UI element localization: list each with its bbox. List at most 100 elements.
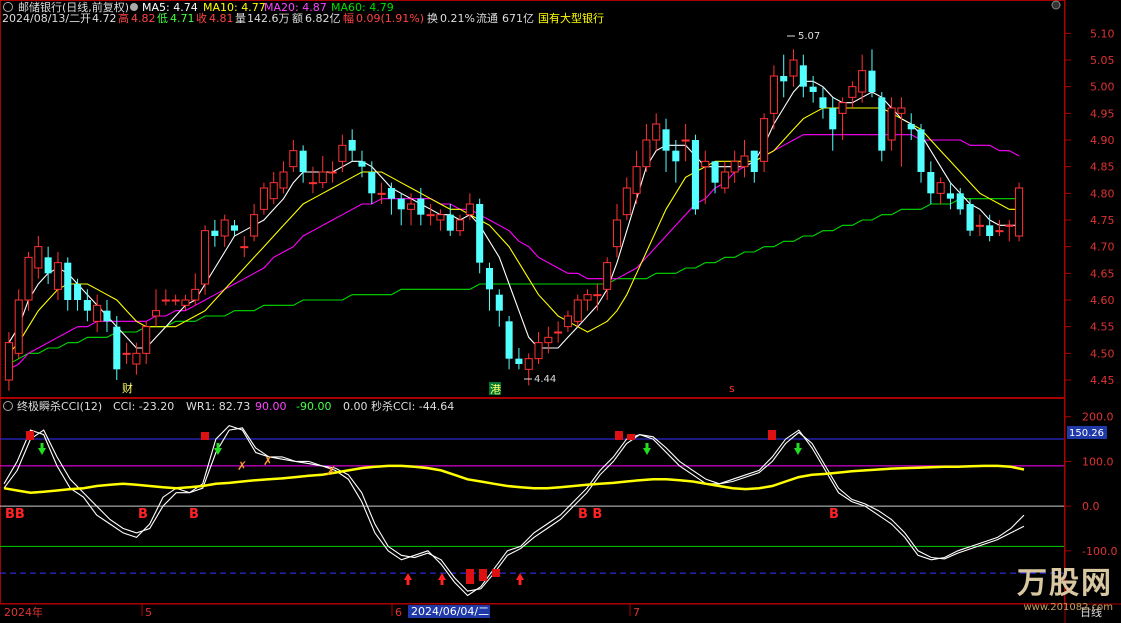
candle-body [750,150,758,172]
candle-body [240,246,249,249]
buy-block [479,569,487,581]
info-amount: 6.82亿 [305,12,341,25]
sell-block [627,434,635,440]
candle-body [34,246,43,269]
cursor-date: 2024/06/04/二 [411,605,489,618]
candle-body [299,150,307,172]
candle-body [318,171,327,184]
candle-body [377,192,386,195]
candle-body [113,326,121,370]
candle-body [406,203,416,210]
buy-signals: BB B B B B B [5,507,839,522]
sell-block [768,430,776,440]
hk-marker[interactable]: 港 [490,383,501,396]
indicator-cci: CCI: -23.20 [113,400,174,413]
price-tick-label: 5.00 [1090,81,1115,94]
sell-block [201,432,209,440]
candle-body [848,86,857,98]
buy-signal: B [138,507,148,522]
ma5-line [8,80,1020,349]
candle-body [927,172,935,194]
info-date: 2024/08/13/二 [2,12,80,25]
candle-body [201,230,210,285]
candle-body [946,193,954,199]
candle-body [1005,224,1014,227]
down-arrow-icon [38,443,46,455]
runner-icon: ✗ [326,464,336,478]
info-turnover: 0.21% [440,12,475,25]
ma-toggle-icon[interactable] [130,3,138,11]
settings-icon[interactable] [3,2,13,12]
price-tick-label: 4.85 [1090,161,1115,174]
candle-body [171,299,180,302]
indicator-tick-label: 0.0 [1082,500,1100,513]
candle-body [819,97,827,108]
candle-body [809,86,817,92]
candle-body [593,294,602,297]
candle-body [220,219,229,237]
candle-body [289,150,298,168]
price-tick-label: 4.95 [1090,107,1115,120]
candle-body [476,204,484,263]
high-price-label: 5.07 [798,31,820,42]
up-arrow-icon [516,573,524,585]
candle-body [534,342,543,360]
indicator-series-line [3,464,1025,494]
candle-body [789,59,798,77]
candle-body [211,230,219,236]
candle-body [887,107,896,141]
x-axis: 2024年 5 6 2024/06/04/二 7 日线 [4,604,1102,619]
candle-body [701,160,710,168]
candle-body [348,140,356,151]
candle-body [622,187,631,216]
price-tick-label: 5.10 [1090,27,1115,40]
candle-body [191,288,200,301]
candle-body [554,331,563,334]
dividend-marker[interactable]: s [729,382,735,395]
candle-body [259,187,268,210]
candle-body [181,299,190,306]
candle-body [740,155,749,168]
x-label-may: 5 [145,606,152,619]
indicator-sha: 秒杀CCI: -44.64 [371,399,454,413]
indicator-tick-label: -100.0 [1082,545,1117,558]
candle-body [515,358,523,364]
candle-body [142,326,151,354]
up-arrow-icon [438,573,446,585]
info-open: 4.72 [92,12,117,25]
indicator-zero: 0.00 [343,400,368,413]
x-label-jul: 7 [633,606,640,619]
candle-body [956,193,964,210]
info-volume-label: 量 [235,12,246,25]
price-tick-label: 4.50 [1090,347,1115,360]
price-tick-label: 4.60 [1090,294,1115,307]
indicator-current-value: 150.26 [1069,428,1104,439]
candle-body [662,129,670,151]
candle-body [583,294,592,301]
ma20-line [8,134,1020,370]
candle-body [672,150,680,162]
candle-body [132,352,141,365]
scroll-icon[interactable] [1051,0,1061,10]
candle-body [711,161,719,183]
sell-block [615,431,623,440]
candle-body [456,219,465,232]
candle-body [760,118,769,162]
candle-body [465,203,474,216]
candle-body [681,139,690,142]
finance-marker[interactable]: 财 [122,381,133,395]
indicator-header: 终极瞬杀CCI(12) CCI: -23.20 WR1: 82.73 90.00… [3,399,454,413]
candle-body [544,336,553,344]
candle-body [387,188,395,199]
candle-body [446,214,454,231]
candle-body [986,225,994,236]
indicator-settings-icon[interactable] [3,401,13,411]
candle-body [1015,187,1024,237]
candle-body [74,284,82,300]
price-tick-label: 4.80 [1090,187,1115,200]
candle-body [436,214,445,221]
info-high-label: 高 [118,11,129,25]
candle-body [573,299,582,322]
info-change-label: 幅 [343,12,354,25]
chart-canvas: 4.45 4.50 4.55 4.60 4.65 4.70 4.75 4.80 4.85 4.90… [0,0,1121,623]
